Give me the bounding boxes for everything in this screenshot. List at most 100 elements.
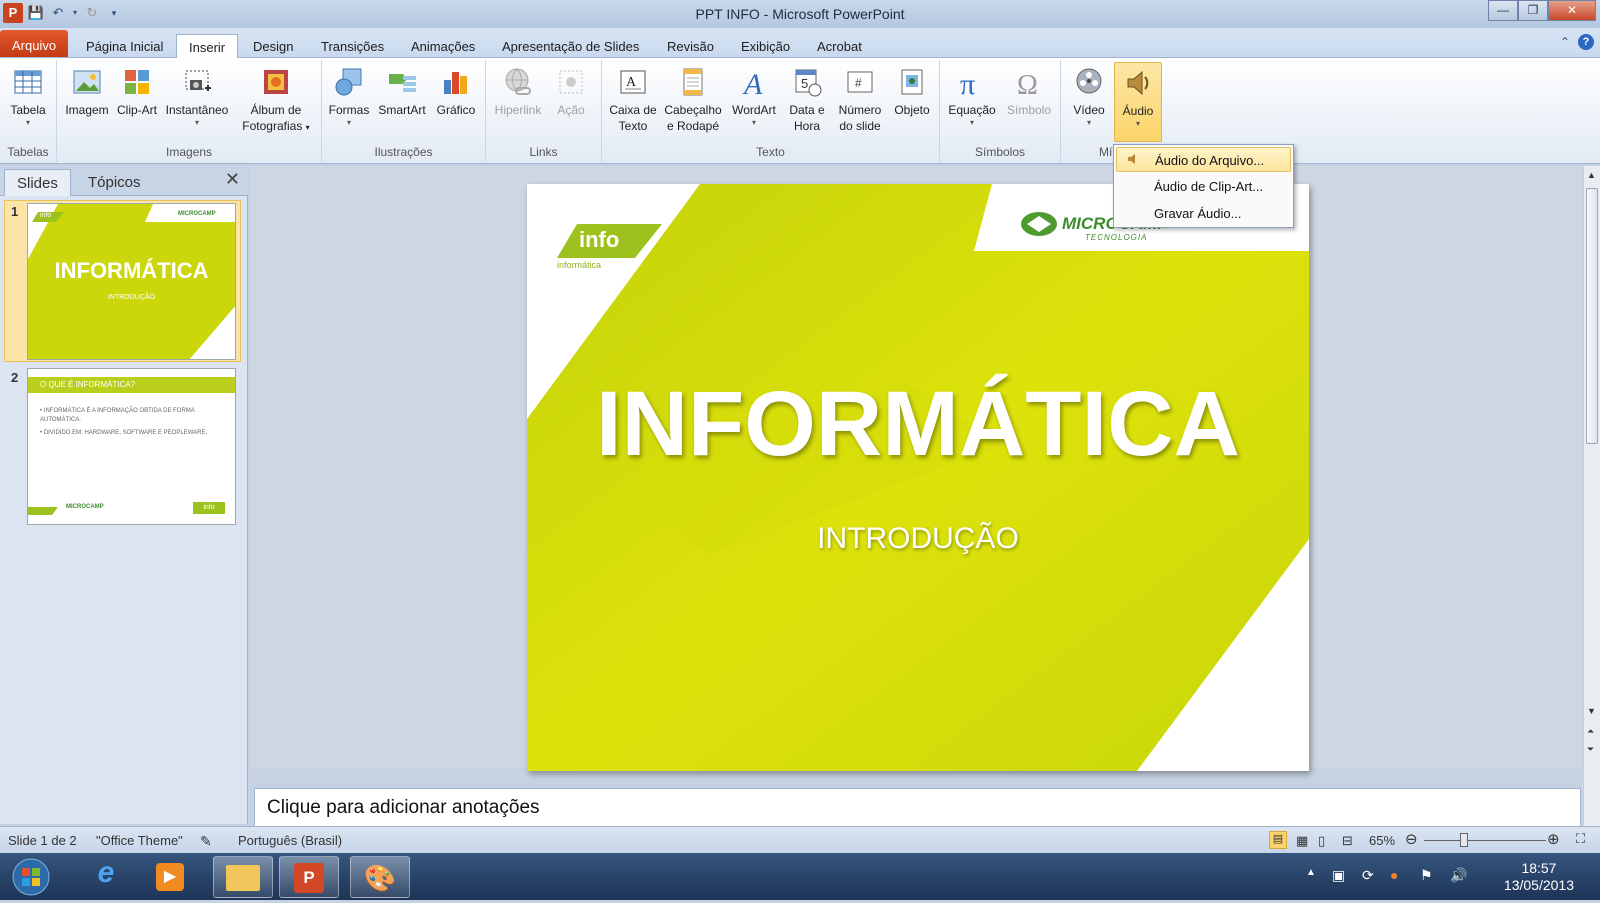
thumb-logo: info <box>40 212 52 219</box>
acao-button[interactable]: Ação <box>546 62 596 118</box>
close-pane-icon[interactable]: ✕ <box>225 169 240 190</box>
minimize-ribbon-icon[interactable]: ⌃ <box>1560 35 1570 49</box>
previous-slide-icon[interactable]: ⏶ <box>1587 726 1594 737</box>
audio-button[interactable]: Áudio ▾ <box>1114 62 1162 142</box>
show-hidden-icons-icon[interactable]: ▲ <box>1306 867 1316 878</box>
objeto-button[interactable]: Objeto <box>888 62 936 118</box>
zoom-slider-track[interactable] <box>1424 840 1546 841</box>
album-button[interactable]: Álbum de Fotografias ▾ <box>235 62 317 136</box>
help-icon[interactable]: ? <box>1578 34 1594 50</box>
cabecalho-label-1: Cabeçalho <box>664 103 722 117</box>
cabecalho-button[interactable]: Cabeçalho e Rodapé <box>661 62 725 134</box>
speaker-icon <box>1122 67 1154 99</box>
vertical-scrollbar[interactable]: ▲ ▼ ⏶ ⏷ <box>1583 166 1600 826</box>
tab-transicoes[interactable]: Transições <box>309 34 396 58</box>
video-label: Vídeo <box>1073 103 1105 117</box>
instantaneo-button[interactable]: Instantâneo ▾ <box>162 62 232 128</box>
textbox-icon: A <box>617 66 649 98</box>
tab-inserir[interactable]: Inserir <box>176 34 239 59</box>
system-clock[interactable]: 18:57 13/05/2013 <box>1504 860 1574 894</box>
action-center-flag-icon[interactable]: ⚑ <box>1420 867 1433 884</box>
slide-thumbnail[interactable]: O QUE É INFORMÁTICA? • INFORMÁTICA É A I… <box>27 368 236 525</box>
minimize-button[interactable]: — <box>1488 0 1518 21</box>
scrollbar-thumb[interactable] <box>1586 188 1598 444</box>
slide-subtitle[interactable]: INTRODUÇÃO <box>527 522 1309 556</box>
zoom-out-icon[interactable]: ⊖ <box>1405 830 1418 848</box>
fit-to-window-icon[interactable]: ⛶ <box>1576 831 1585 847</box>
caixa-label-1: Caixa de <box>609 103 657 117</box>
antivirus-icon[interactable]: ● <box>1390 867 1398 883</box>
slide-thumbnail[interactable]: info MICROCAMP INFORMÁTICA INTRODUÇÃO <box>27 203 236 360</box>
tab-revisao[interactable]: Revisão <box>655 34 726 58</box>
tab-apresentacao[interactable]: Apresentação de Slides <box>490 34 651 58</box>
data-hora-button[interactable]: 5 Data e Hora <box>784 62 830 134</box>
dropdown-arrow-icon: ▾ <box>751 118 756 127</box>
group-ilustracoes: Formas ▾ SmartArt Gráfico Ilustrações <box>322 60 486 162</box>
video-button[interactable]: Vídeo ▾ <box>1065 62 1113 128</box>
equacao-button[interactable]: π Equação ▾ <box>944 62 1000 128</box>
grafico-label: Gráfico <box>436 103 476 117</box>
slide-thumbnail-row[interactable]: 1 info MICROCAMP INFORMÁTICA INTRODUÇÃO <box>0 200 248 368</box>
normal-view-icon[interactable]: ▤ <box>1269 831 1287 849</box>
slide-title[interactable]: INFORMÁTICA <box>527 372 1309 477</box>
group-imagens: Imagem Clip-Art Instantâneo ▾ Álbum de F… <box>57 60 322 162</box>
dropdown-arrow-icon: ▾ <box>25 118 30 127</box>
caixa-label-2: Texto <box>618 119 648 133</box>
slide-canvas[interactable]: info informática MICROCAMP TECNOLOGIA IN… <box>527 184 1309 771</box>
tab-design[interactable]: Design <box>241 34 305 58</box>
grafico-button[interactable]: Gráfico <box>431 62 481 118</box>
tab-acrobat[interactable]: Acrobat <box>805 34 874 58</box>
tab-arquivo[interactable]: Arquivo <box>0 30 69 57</box>
numero-slide-button[interactable]: # Número do slide <box>832 62 888 134</box>
network-icon[interactable]: ▣ <box>1332 867 1345 884</box>
tab-animacoes[interactable]: Animações <box>399 34 487 58</box>
imagem-button[interactable]: Imagem <box>62 62 112 118</box>
zoom-in-icon[interactable]: ⊕ <box>1547 830 1560 848</box>
tab-topicos[interactable]: Tópicos <box>76 169 153 196</box>
smartart-button[interactable]: SmartArt <box>374 62 430 118</box>
sync-icon[interactable]: ⟳ <box>1362 867 1374 884</box>
zoom-slider-handle[interactable] <box>1460 833 1468 847</box>
explorer-icon[interactable] <box>213 856 273 898</box>
svg-text:A: A <box>626 75 637 90</box>
group-texto: A Caixa de Texto Cabeçalho e Rodapé A Wo… <box>602 60 940 162</box>
thumb-title: INFORMÁTICA <box>54 258 209 283</box>
clipart-button[interactable]: Clip-Art <box>114 62 160 118</box>
tabela-button[interactable]: Tabela ▾ <box>2 62 54 128</box>
start-button[interactable] <box>6 856 56 898</box>
screenshot-icon <box>181 66 213 98</box>
menu-item-audio-clipart[interactable]: Áudio de Clip-Art... <box>1116 174 1291 199</box>
powerpoint-taskbar-icon[interactable]: P <box>279 856 339 898</box>
slideshow-icon[interactable]: ⊟ <box>1342 833 1353 849</box>
caixa-texto-button[interactable]: A Caixa de Texto <box>606 62 660 134</box>
volume-icon[interactable]: 🔊 <box>1450 867 1467 884</box>
internet-explorer-icon[interactable]: e <box>76 856 136 898</box>
wordart-button[interactable]: A WordArt ▾ <box>726 62 782 128</box>
tab-slides[interactable]: Slides <box>4 169 71 196</box>
svg-text:π: π <box>960 68 975 98</box>
spelling-icon[interactable]: ✎ <box>200 833 212 850</box>
tab-exibicao[interactable]: Exibição <box>729 34 802 58</box>
hiperlink-button[interactable]: Hiperlink <box>490 62 546 118</box>
maximize-button[interactable]: ❐ <box>1518 0 1548 21</box>
paint-icon[interactable]: 🎨 <box>350 856 410 898</box>
zoom-level[interactable]: 65% <box>1369 833 1395 848</box>
menu-item-gravar-audio[interactable]: Gravar Áudio... <box>1116 201 1291 226</box>
menu-item-label: Gravar Áudio... <box>1154 206 1242 221</box>
instantaneo-label: Instantâneo <box>165 103 229 117</box>
tab-pagina-inicial[interactable]: Página Inicial <box>74 34 175 58</box>
simbolo-button[interactable]: Ω Símbolo <box>1002 62 1056 118</box>
language-status[interactable]: Português (Brasil) <box>238 833 342 848</box>
scroll-down-icon[interactable]: ▼ <box>1587 706 1596 716</box>
reading-view-icon[interactable]: ▯ <box>1318 833 1325 849</box>
close-button[interactable]: ✕ <box>1548 0 1596 21</box>
slide-sorter-icon[interactable]: ▦ <box>1296 833 1308 849</box>
dropdown-arrow-icon: ▾ <box>1135 119 1140 128</box>
media-player-icon[interactable]: ▶ <box>140 856 200 898</box>
notes-pane[interactable]: Clique para adicionar anotações <box>254 788 1581 828</box>
slide-thumbnail-row[interactable]: 2 O QUE É INFORMÁTICA? • INFORMÁTICA É A… <box>0 366 248 534</box>
menu-item-audio-arquivo[interactable]: Áudio do Arquivo... <box>1116 147 1291 172</box>
scroll-up-icon[interactable]: ▲ <box>1587 170 1596 180</box>
next-slide-icon[interactable]: ⏷ <box>1587 744 1594 755</box>
formas-button[interactable]: Formas ▾ <box>325 62 373 128</box>
